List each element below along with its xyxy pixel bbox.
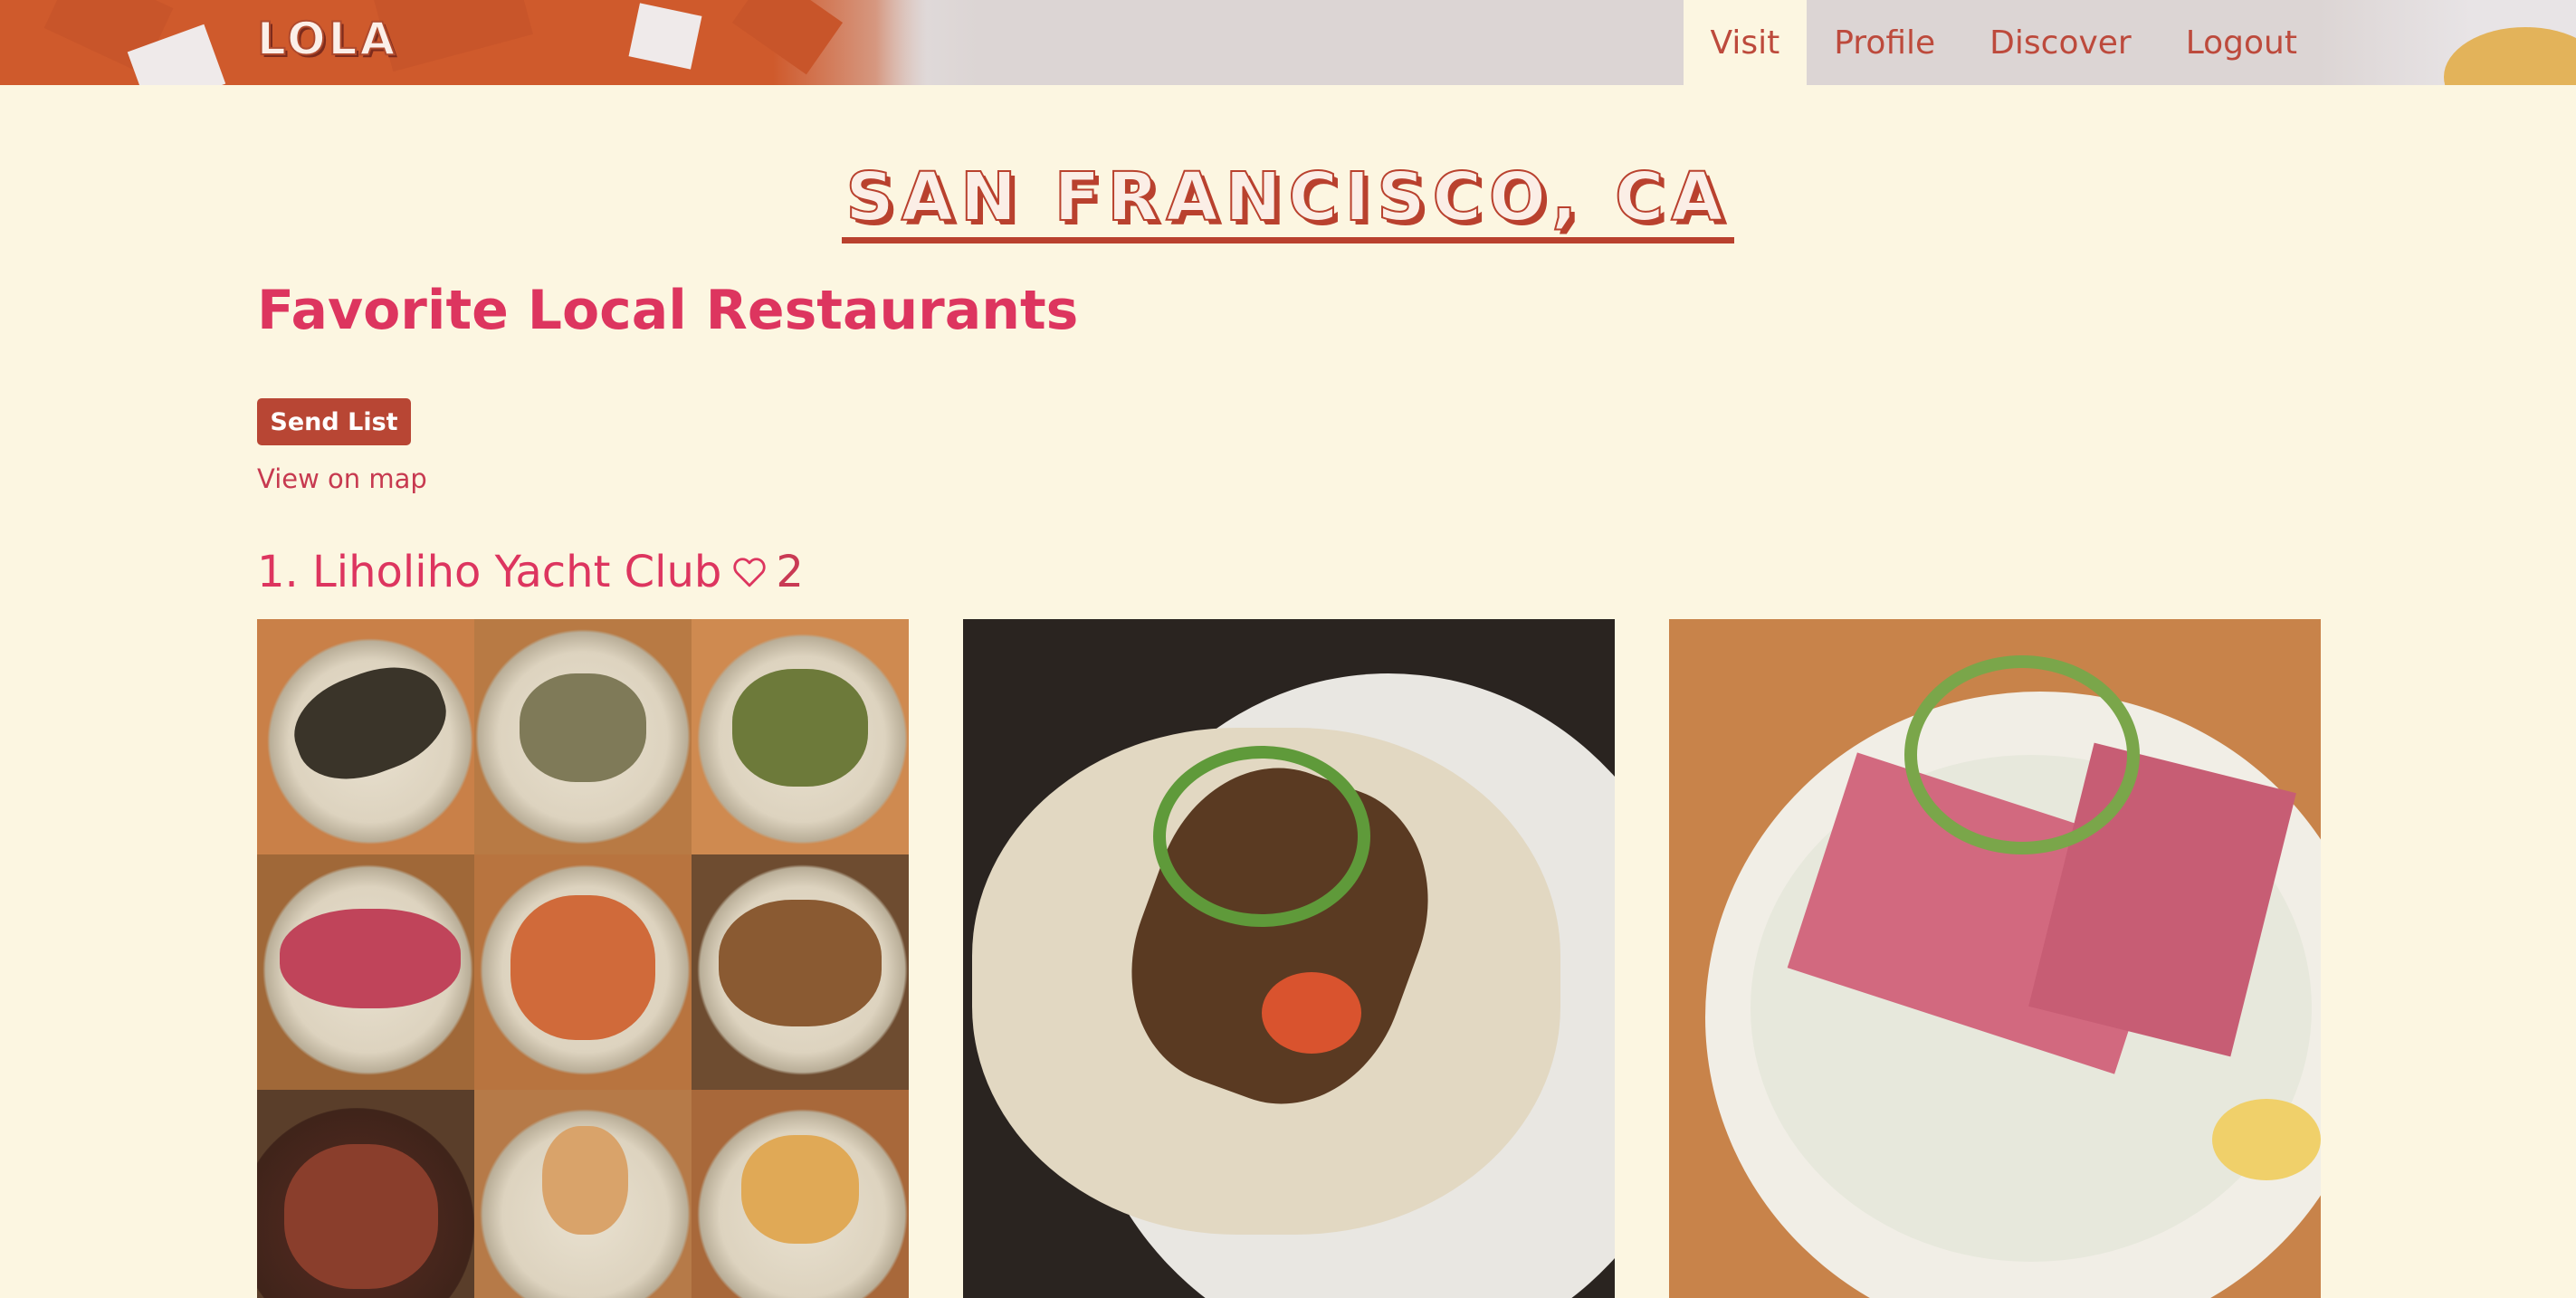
header-banner-shape (2444, 27, 2576, 85)
send-list-button[interactable]: Send List (257, 398, 411, 445)
header-banner-shape (731, 0, 844, 75)
food-image (719, 900, 882, 1026)
site-logo[interactable]: LOLA (256, 12, 397, 66)
nav-profile[interactable]: Profile (1807, 0, 1962, 85)
site-header: LOLA Visit Profile Discover Logout (0, 0, 2576, 85)
scallion-image (1153, 746, 1370, 927)
section-heading: Favorite Local Restaurants (257, 279, 1079, 342)
restaurant-photo-collage[interactable] (257, 619, 909, 1298)
collage-cell (257, 619, 474, 854)
restaurant-photo-bao[interactable] (963, 619, 1615, 1298)
pickle-image (1904, 655, 2140, 854)
main-nav: Visit Profile Discover Logout (1683, 0, 2324, 85)
food-image (732, 669, 868, 787)
like-count: 2 (776, 547, 804, 597)
city-title-wrapper: SAN FRANCISCO, CA (0, 158, 2576, 243)
city-title: SAN FRANCISCO, CA (842, 158, 1734, 243)
collage-cell (692, 619, 909, 854)
food-image (542, 1126, 628, 1235)
nav-logout[interactable]: Logout (2159, 0, 2324, 85)
egg-image (2212, 1099, 2321, 1180)
restaurant-heading: 1. Liholiho Yacht Club 2 (257, 547, 804, 597)
restaurant-name[interactable]: 1. Liholiho Yacht Club (257, 547, 721, 597)
collage-cell (692, 1090, 909, 1298)
food-image (520, 673, 646, 782)
collage-cell (257, 854, 474, 1090)
restaurant-photo-spam-bowl[interactable] (1669, 619, 2321, 1298)
food-image (510, 895, 655, 1040)
collage-cell (692, 854, 909, 1090)
collage-cell (257, 1090, 474, 1298)
collage-cell (474, 619, 692, 854)
collage-cell (474, 854, 692, 1090)
collage-cell (474, 1090, 692, 1298)
view-on-map-link[interactable]: View on map (257, 463, 427, 494)
nav-visit[interactable]: Visit (1683, 0, 1808, 85)
food-image (284, 1144, 438, 1289)
header-banner-shape (628, 3, 702, 70)
food-image (741, 1135, 859, 1244)
sauce-image (1262, 972, 1361, 1054)
food-image (280, 909, 461, 1008)
heart-outline-icon[interactable] (730, 553, 768, 591)
nav-discover[interactable]: Discover (1962, 0, 2159, 85)
